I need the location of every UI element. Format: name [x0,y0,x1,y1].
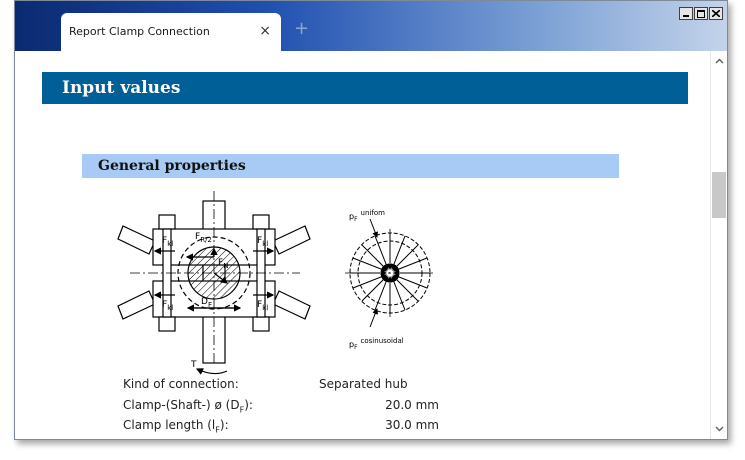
report-window: Report Clamp Connection × + Input values… [14,0,728,440]
window-close-icon [712,10,720,17]
minimize-button[interactable] [679,7,693,20]
property-label-end: ): [219,418,229,432]
fkl-sub: kl [167,240,173,248]
svg-text:pFcosinusoidal: pFcosinusoidal [349,337,404,351]
property-row: Clamp-(Shaft-) ø (DF): 20.0 mm [123,398,463,419]
vertical-scrollbar[interactable] [710,51,727,439]
fn-sub: N [223,262,228,270]
scroll-down-button[interactable] [711,421,727,437]
close-icon[interactable]: × [259,22,271,40]
report-content: Input values General properties Fkl Fkl … [15,51,711,439]
property-label-text: Clamp-(Shaft-) ø (D [123,397,240,412]
fr2-sub: R/2 [200,236,212,244]
chevron-up-icon [715,58,723,64]
properties-list: Kind of connection: Separated hub Clamp-… [123,377,463,439]
property-label: Clamp length (lF): [123,418,229,434]
property-label-end: ): [244,397,253,412]
torque-label: T [190,360,197,370]
subsection-header: General properties [82,154,619,178]
scroll-thumb[interactable] [712,172,726,218]
property-label: Clamp-(Shaft-) ø (DF): [123,398,253,414]
window-close-button[interactable] [709,7,723,20]
property-value: 30.0 mm [385,418,439,432]
section-header: Input values [42,72,688,104]
fkl-sub-2: kl [262,240,268,248]
section-title: Input values [62,78,181,98]
clamp-connection-diagram: Fkl Fkl Fkl Fkl FR/2 FN DF T pFunifom pF… [117,191,435,375]
new-tab-button[interactable]: + [294,20,309,38]
tab-report-clamp-connection[interactable]: Report Clamp Connection × [61,13,281,51]
clamp-drawing [117,191,311,375]
subsection-title: General properties [98,158,246,174]
property-row: Clamp length (lF): 30.0 mm [123,418,463,439]
property-label-text: Clamp length (l [123,418,216,432]
title-bar: Report Clamp Connection × + [15,1,727,51]
pf-cos-text: cosinusoidal [361,337,404,345]
chevron-down-icon [715,426,723,432]
property-row: Kind of connection: Separated hub [123,377,463,398]
property-label: Kind of connection: [123,377,239,391]
scroll-up-button[interactable] [711,53,727,69]
fkl-sub-4: kl [262,304,268,312]
pressure-distribution-drawing [345,218,435,328]
svg-text:pFunifom: pFunifom [349,209,385,223]
maximize-button[interactable] [694,7,708,20]
pf-cos-sub: F [354,344,358,351]
df-sub: F [208,301,212,309]
fkl-sub-3: kl [167,304,173,312]
pf-uniform-sub: F [354,216,358,223]
property-value: 20.0 mm [385,397,439,412]
tab-title: Report Clamp Connection [69,25,210,38]
window-controls [679,7,723,20]
pf-uniform-text: unifom [361,209,386,217]
property-value: Separated hub [319,377,408,391]
df-label: D [201,297,208,307]
